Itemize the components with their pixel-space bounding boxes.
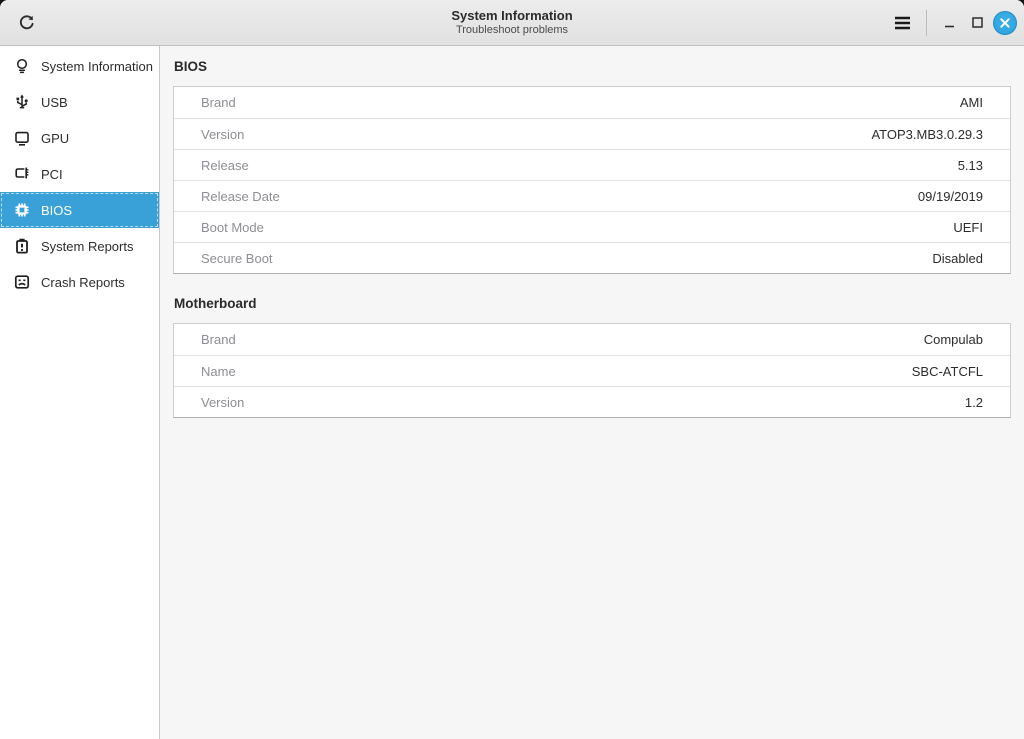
hamburger-menu-icon [894, 16, 911, 30]
sidebar-item-usb[interactable]: USB [0, 84, 159, 120]
row-value: 5.13 [958, 158, 983, 173]
table-row: Brand Compulab [174, 324, 1010, 355]
table-row: Release 5.13 [174, 149, 1010, 180]
info-card: Brand Compulab Name SBC-ATCFL Version 1.… [173, 323, 1011, 418]
sidebar-item-label: GPU [41, 131, 69, 146]
row-value: AMI [960, 95, 983, 110]
row-label: Brand [201, 95, 236, 110]
sidebar-list: System Information USB GPU PCI BIOS Syst… [0, 46, 160, 739]
row-label: Boot Mode [201, 220, 264, 235]
close-icon [999, 17, 1011, 29]
sidebar-item-label: System Information [41, 59, 153, 74]
row-label: Version [201, 127, 244, 142]
titlebar-controls [884, 5, 1024, 41]
titlebar-separator [926, 10, 927, 36]
minimize-icon [944, 17, 955, 28]
table-row: Version ATOP3.MB3.0.29.3 [174, 118, 1010, 149]
sidebar-item-label: BIOS [41, 203, 72, 218]
table-row: Boot Mode UEFI [174, 211, 1010, 242]
row-label: Brand [201, 332, 236, 347]
row-label: Release Date [201, 189, 280, 204]
table-row: Version 1.2 [174, 386, 1010, 417]
row-value: SBC-ATCFL [912, 364, 983, 379]
sidebar-item-gpu[interactable]: GPU [0, 120, 159, 156]
info-card: Brand AMI Version ATOP3.MB3.0.29.3 Relea… [173, 86, 1011, 274]
window-subtitle: Troubleshoot problems [451, 24, 572, 38]
info-section: Motherboard Brand Compulab Name SBC-ATCF… [173, 296, 1011, 418]
pci-card-icon [13, 165, 31, 183]
sidebar-item-label: PCI [41, 167, 63, 182]
titlebar-title-block: System Information Troubleshoot problems [451, 8, 572, 38]
refresh-button[interactable] [8, 5, 44, 41]
sidebar-item-label: System Reports [41, 239, 133, 254]
maximize-button[interactable] [963, 9, 991, 37]
table-row: Brand AMI [174, 87, 1010, 118]
titlebar: System Information Troubleshoot problems [0, 0, 1024, 46]
crash-face-icon [13, 273, 31, 291]
window-title: System Information [451, 8, 572, 24]
row-value: Compulab [924, 332, 983, 347]
sidebar-item-label: Crash Reports [41, 275, 125, 290]
content: BIOS Brand AMI Version ATOP3.MB3.0.29.3 … [160, 46, 1024, 739]
sidebar-item-system-reports[interactable]: System Reports [0, 228, 159, 264]
row-value: ATOP3.MB3.0.29.3 [871, 127, 983, 142]
sidebar-item-pci[interactable]: PCI [0, 156, 159, 192]
maximize-icon [972, 17, 983, 28]
row-value: Disabled [932, 251, 983, 266]
sidebar-item-system-information[interactable]: System Information [0, 48, 159, 84]
chip-icon [13, 201, 31, 219]
clipboard-alert-icon [13, 237, 31, 255]
row-label: Release [201, 158, 249, 173]
row-label: Secure Boot [201, 251, 273, 266]
section-heading: Motherboard [174, 296, 1011, 311]
row-value: 1.2 [965, 395, 983, 410]
main-area: System Information USB GPU PCI BIOS Syst… [0, 46, 1024, 739]
info-section: BIOS Brand AMI Version ATOP3.MB3.0.29.3 … [173, 59, 1011, 274]
section-heading: BIOS [174, 59, 1011, 74]
refresh-icon [17, 13, 36, 32]
row-label: Name [201, 364, 236, 379]
app-window: System Information Troubleshoot problems [0, 0, 1024, 739]
lightbulb-icon [13, 57, 31, 75]
screen: System Information Troubleshoot problems [0, 0, 1024, 739]
row-label: Version [201, 395, 244, 410]
sidebar-item-label: USB [41, 95, 68, 110]
table-row: Secure Boot Disabled [174, 242, 1010, 273]
minimize-button[interactable] [935, 9, 963, 37]
sidebar-item-crash-reports[interactable]: Crash Reports [0, 264, 159, 300]
table-row: Release Date 09/19/2019 [174, 180, 1010, 211]
menu-button[interactable] [884, 5, 920, 41]
usb-icon [13, 93, 31, 111]
row-value: UEFI [953, 220, 983, 235]
monitor-icon [13, 129, 31, 147]
row-value: 09/19/2019 [918, 189, 983, 204]
close-button[interactable] [993, 11, 1017, 35]
sidebar-item-bios[interactable]: BIOS [0, 192, 159, 228]
table-row: Name SBC-ATCFL [174, 355, 1010, 386]
